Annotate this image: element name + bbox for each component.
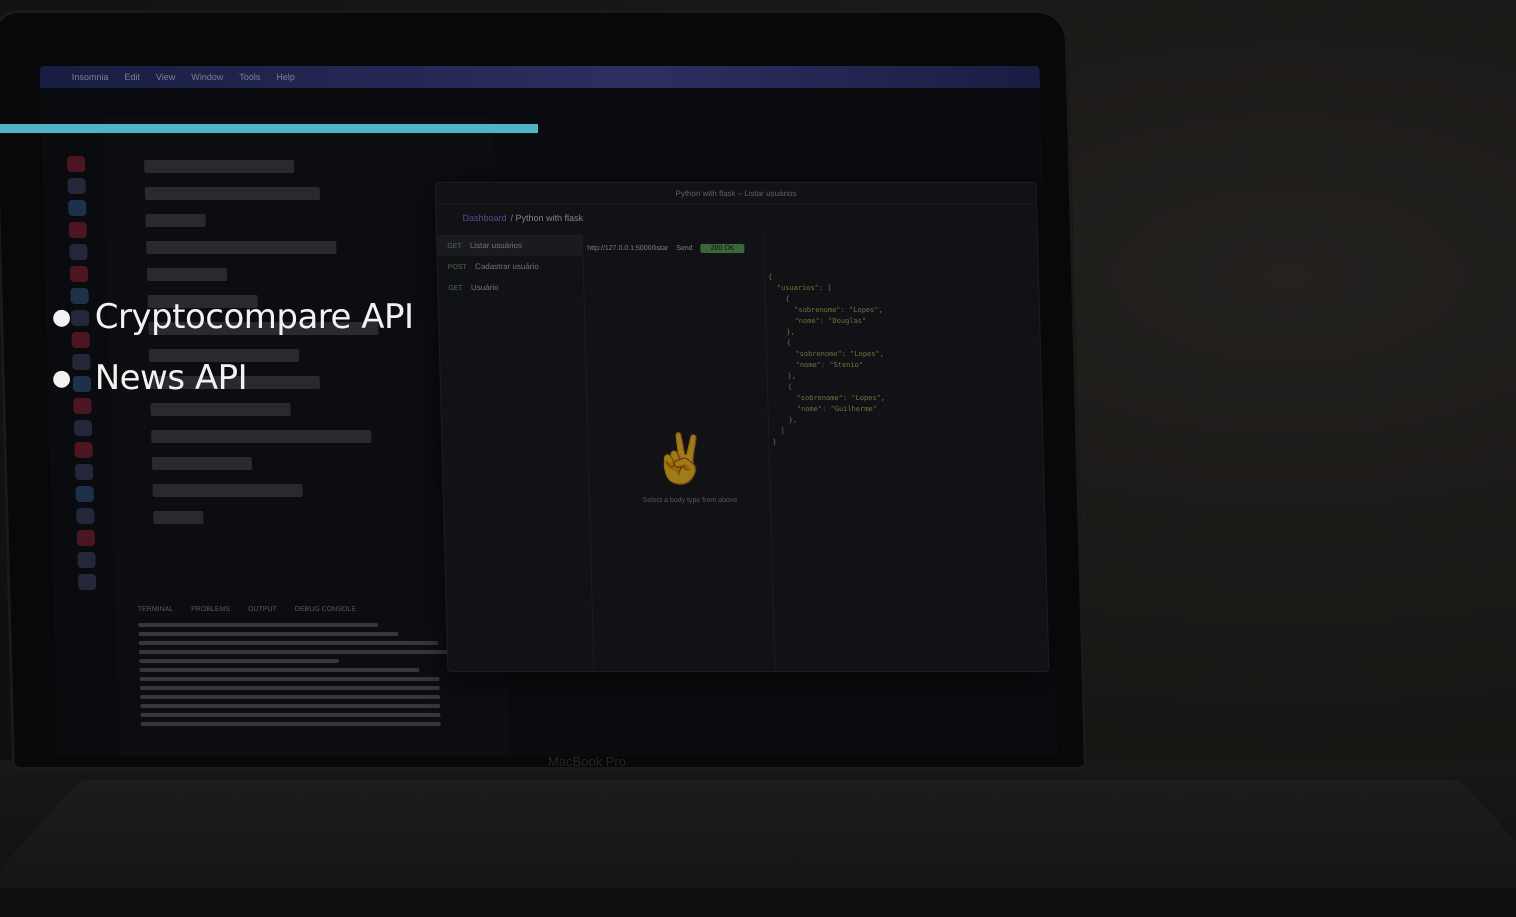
- bullet-text: News API: [94, 358, 248, 398]
- bullet-icon: ●: [52, 305, 71, 330]
- bullet-list: ● Cryptocompare API ● News API: [52, 287, 414, 409]
- bullet-item: ● Cryptocompare API: [52, 287, 414, 348]
- slide: Insomnia Edit View Window Tools Help TER…: [0, 0, 1516, 917]
- photo-dim-overlay: [0, 0, 1516, 917]
- bullet-text: Cryptocompare API: [94, 297, 414, 337]
- bullet-icon: ●: [52, 366, 71, 391]
- accent-bar: [0, 124, 538, 133]
- bullet-item: ● News API: [52, 348, 414, 409]
